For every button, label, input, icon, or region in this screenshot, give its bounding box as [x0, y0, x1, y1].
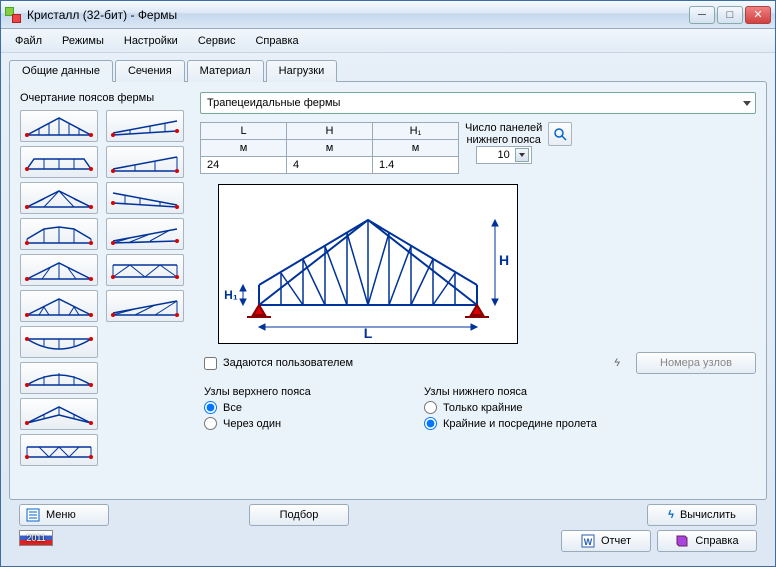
maximize-button[interactable]: □ — [717, 6, 743, 24]
truss-thumb-16[interactable] — [106, 290, 184, 322]
truss-thumb-14[interactable] — [106, 218, 184, 250]
unit-H1: м — [373, 140, 459, 157]
truss-diagram: L H H₁ — [218, 184, 518, 344]
truss-type-dropdown[interactable]: Трапецеидальные фермы — [200, 92, 756, 114]
col-H1: H₁ — [373, 123, 459, 140]
truss-shapes-label: Очертание поясов фермы — [20, 92, 184, 104]
menu-button[interactable]: Меню — [19, 504, 109, 526]
user-defined-label: Задаются пользователем — [223, 357, 353, 369]
help-button[interactable]: Справка — [657, 530, 757, 552]
truss-thumb-6[interactable] — [20, 290, 98, 322]
menu-service[interactable]: Сервис — [188, 32, 246, 50]
zoom-button[interactable] — [548, 122, 572, 146]
upper-alt-radio[interactable]: Через один — [204, 417, 404, 430]
bottombar: Меню 2011 Подбор ϟ Вычислить W Отчет — [9, 500, 767, 558]
lower-mid-radio[interactable]: Крайние и посредине пролета — [424, 417, 756, 430]
chevron-down-icon — [743, 101, 751, 106]
truss-thumb-4[interactable] — [20, 218, 98, 250]
svg-text:W: W — [584, 537, 593, 547]
upper-all-radio[interactable]: Все — [204, 401, 404, 414]
svg-text:L: L — [364, 325, 373, 341]
user-defined-checkbox[interactable]: Задаются пользователем — [204, 357, 353, 370]
panels-label-2: нижнего пояса — [466, 134, 540, 146]
menubar: Файл Режимы Настройки Сервис Справка — [1, 29, 775, 53]
user-defined-input[interactable] — [204, 357, 217, 370]
params-table: L H H₁ м м м 24 4 1.4 — [200, 122, 459, 174]
truss-thumb-7[interactable] — [20, 326, 98, 358]
truss-thumb-2[interactable] — [20, 146, 98, 178]
truss-thumb-11[interactable] — [106, 110, 184, 142]
podbor-button[interactable]: Подбор — [249, 504, 349, 526]
tab-sections[interactable]: Сечения — [115, 60, 185, 82]
window-title: Кристалл (32-бит) - Фермы — [27, 8, 689, 22]
book-icon — [675, 534, 689, 548]
input-H[interactable]: 4 — [287, 157, 373, 174]
menu-modes[interactable]: Режимы — [52, 32, 114, 50]
input-L[interactable]: 24 — [201, 157, 287, 174]
node-options: Узлы верхнего пояса Все Через один Узлы … — [204, 380, 756, 433]
titlebar: Кристалл (32-бит) - Фермы ─ □ ✕ — [1, 1, 775, 29]
close-button[interactable]: ✕ — [745, 6, 771, 24]
col-L: L — [201, 123, 287, 140]
unit-H: м — [287, 140, 373, 157]
truss-thumb-15[interactable] — [106, 254, 184, 286]
right-col: Трапецеидальные фермы L H H₁ м м м — [200, 92, 756, 489]
truss-shapes — [20, 110, 184, 466]
unit-L: м — [201, 140, 287, 157]
compute-button[interactable]: ϟ Вычислить — [647, 504, 757, 526]
col-H: H — [287, 123, 373, 140]
tab-panel: Очертание поясов фермы — [9, 81, 767, 500]
truss-thumb-12[interactable] — [106, 146, 184, 178]
report-button[interactable]: W Отчет — [561, 530, 651, 552]
lower-nodes-title: Узлы нижнего пояса — [424, 386, 756, 398]
svg-text:H: H — [499, 252, 509, 268]
tab-general[interactable]: Общие данные — [9, 60, 113, 82]
panels-combo[interactable]: 10 — [476, 146, 532, 164]
truss-thumb-1[interactable] — [20, 110, 98, 142]
node-numbers-button[interactable]: Номера узлов — [636, 352, 756, 374]
menu-file[interactable]: Файл — [5, 32, 52, 50]
lower-edge-radio[interactable]: Только крайние — [424, 401, 756, 414]
tab-loads[interactable]: Нагрузки — [266, 60, 338, 82]
year-badge: 2011 — [19, 530, 53, 546]
main-window: Кристалл (32-бит) - Фермы ─ □ ✕ Файл Реж… — [0, 0, 776, 567]
panels-label-1: Число панелей — [465, 122, 542, 134]
truss-type-selected: Трапецеидальные фермы — [207, 97, 340, 109]
minimize-button[interactable]: ─ — [689, 6, 715, 24]
input-H1[interactable]: 1.4 — [373, 157, 459, 174]
tabbar: Общие данные Сечения Материал Нагрузки — [9, 60, 767, 82]
truss-thumb-13[interactable] — [106, 182, 184, 214]
menu-help[interactable]: Справка — [245, 32, 308, 50]
svg-text:H₁: H₁ — [224, 288, 238, 302]
panels-value: 10 — [498, 149, 510, 161]
tab-material[interactable]: Материал — [187, 60, 264, 82]
list-icon — [26, 508, 40, 522]
chevron-down-icon — [515, 148, 529, 162]
app-icon — [5, 7, 21, 23]
upper-nodes-title: Узлы верхнего пояса — [204, 386, 404, 398]
nodes-icon: ϟ — [606, 352, 628, 374]
truss-thumb-8[interactable] — [20, 362, 98, 394]
truss-thumb-5[interactable] — [20, 254, 98, 286]
truss-thumb-10[interactable] — [20, 434, 98, 466]
content: Общие данные Сечения Материал Нагрузки О… — [1, 53, 775, 566]
truss-thumb-3[interactable] — [20, 182, 98, 214]
truss-thumb-9[interactable] — [20, 398, 98, 430]
menu-settings[interactable]: Настройки — [114, 32, 188, 50]
lightning-icon: ϟ — [668, 509, 674, 521]
word-icon: W — [581, 534, 595, 548]
